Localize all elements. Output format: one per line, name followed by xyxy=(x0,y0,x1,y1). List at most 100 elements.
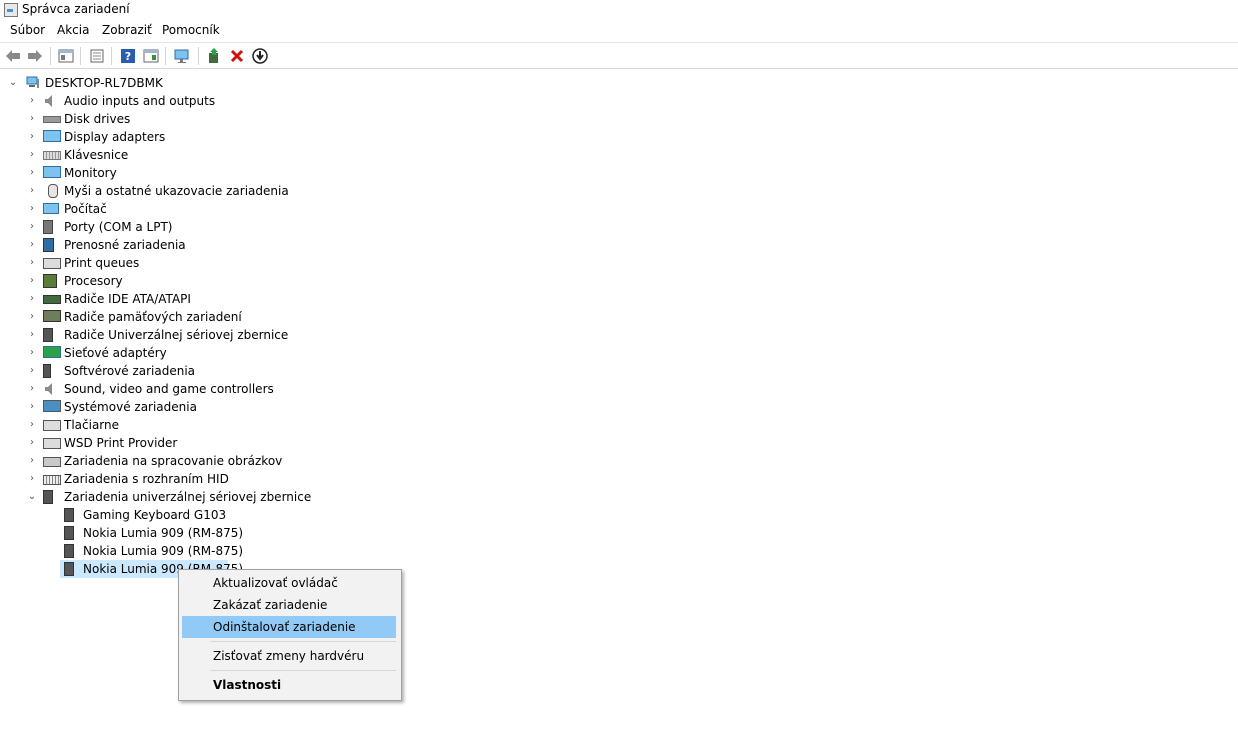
tree-category[interactable]: › Zariadenia s rozhraním HID xyxy=(0,470,1238,488)
show-hide-console-tree-icon[interactable] xyxy=(57,47,75,65)
menu-help[interactable]: Pomocník xyxy=(162,23,220,37)
tree-category[interactable]: › Radiče pamäťových zariadení xyxy=(0,308,1238,326)
chevron-right-icon[interactable]: › xyxy=(27,204,37,214)
tree-device[interactable]: Nokia Lumia 909 (RM-875) xyxy=(0,542,1238,560)
tree-category[interactable]: › Tlačiarne xyxy=(0,416,1238,434)
tree-category-label: Sound, video and game controllers xyxy=(64,382,274,396)
chevron-right-icon[interactable]: › xyxy=(27,276,37,286)
properties-icon[interactable] xyxy=(88,47,106,65)
chevron-right-icon[interactable]: › xyxy=(27,168,37,178)
tree-category[interactable]: › Zariadenia na spracovanie obrázkov xyxy=(0,452,1238,470)
help-icon[interactable]: ? xyxy=(119,47,137,65)
chevron-right-icon[interactable]: › xyxy=(27,456,37,466)
back-arrow-icon[interactable] xyxy=(4,47,22,65)
port-icon xyxy=(43,220,53,234)
printer-icon xyxy=(43,258,61,269)
tree-root[interactable]: ⌄ DESKTOP-RL7DBMK xyxy=(0,74,1238,92)
tree-category[interactable]: › Sieťové adaptéry xyxy=(0,344,1238,362)
display-adapter-icon xyxy=(43,130,61,142)
chevron-right-icon[interactable]: › xyxy=(27,114,37,124)
uninstall-x-icon[interactable] xyxy=(228,47,246,65)
chevron-right-icon[interactable]: › xyxy=(27,438,37,448)
chevron-right-icon[interactable]: › xyxy=(27,186,37,196)
chevron-right-icon[interactable]: › xyxy=(27,348,37,358)
chevron-right-icon[interactable]: › xyxy=(27,420,37,430)
software-device-icon xyxy=(43,364,51,378)
scan-hardware-icon[interactable] xyxy=(173,47,191,65)
context-scan-hardware[interactable]: Zisťovať zmeny hardvéru xyxy=(182,645,396,667)
tree-category[interactable]: › Sound, video and game controllers xyxy=(0,380,1238,398)
tree-category-label: Radiče IDE ATA/ATAPI xyxy=(64,292,191,306)
context-disable-device[interactable]: Zakázať zariadenie xyxy=(182,594,396,616)
tree-category-label: Softvérové zariadenia xyxy=(64,364,196,378)
chevron-right-icon[interactable]: › xyxy=(27,402,37,412)
chevron-down-icon[interactable]: ⌄ xyxy=(8,78,18,88)
tree-category[interactable]: ⌄ Zariadenia univerzálnej sériovej zberni… xyxy=(0,488,1238,506)
context-menu: Aktualizovať ovládač Zakázať zariadenie … xyxy=(178,569,402,701)
printer-icon xyxy=(43,438,61,449)
tree-category[interactable]: › Print queues xyxy=(0,254,1238,272)
tree-category[interactable]: › Procesory xyxy=(0,272,1238,290)
tree-category[interactable]: › Radiče Univerzálnej sériovej zbernice xyxy=(0,326,1238,344)
menu-file[interactable]: Súbor xyxy=(10,23,45,37)
menu-action[interactable]: Akcia xyxy=(57,23,89,37)
chevron-right-icon[interactable]: › xyxy=(27,258,37,268)
tree-device[interactable]: Gaming Keyboard G103 xyxy=(0,506,1238,524)
context-uninstall-device-label: Odinštalovať zariadenie xyxy=(213,620,356,634)
tree-category[interactable]: › Disk drives xyxy=(0,110,1238,128)
tree-category[interactable]: › Display adapters xyxy=(0,128,1238,146)
tree-category[interactable]: › Počítač xyxy=(0,200,1238,218)
context-uninstall-device[interactable]: Odinštalovať zariadenie xyxy=(182,616,396,638)
context-disable-device-label: Zakázať zariadenie xyxy=(213,598,328,612)
usb-device-icon xyxy=(64,508,74,522)
tree-category-label: Display adapters xyxy=(64,130,166,144)
svg-text:?: ? xyxy=(125,50,131,63)
chevron-right-icon[interactable]: › xyxy=(27,132,37,142)
action-pane-icon[interactable] xyxy=(142,47,160,65)
chevron-down-icon[interactable]: ⌄ xyxy=(27,492,37,502)
usb-controller-icon xyxy=(43,328,53,342)
tree-category[interactable]: › Systémové zariadenia xyxy=(0,398,1238,416)
printer-icon xyxy=(43,420,61,431)
context-properties[interactable]: Vlastnosti xyxy=(182,674,396,696)
tree-category[interactable]: › Radiče IDE ATA/ATAPI xyxy=(0,290,1238,308)
menu-view[interactable]: Zobraziť xyxy=(102,23,152,37)
context-separator xyxy=(210,641,396,642)
chevron-right-icon[interactable]: › xyxy=(27,150,37,160)
tree-category[interactable]: › WSD Print Provider xyxy=(0,434,1238,452)
tree-category[interactable]: › Porty (COM a LPT) xyxy=(0,218,1238,236)
tree-category[interactable]: › Klávesnice xyxy=(0,146,1238,164)
toolbar-separator xyxy=(111,47,112,65)
tree-category[interactable]: › Softvérové zariadenia xyxy=(0,362,1238,380)
context-update-driver[interactable]: Aktualizovať ovládač xyxy=(182,572,396,594)
chevron-right-icon[interactable]: › xyxy=(27,294,37,304)
chevron-right-icon[interactable]: › xyxy=(27,222,37,232)
chevron-right-icon[interactable]: › xyxy=(27,474,37,484)
tree-category[interactable]: › Prenosné zariadenia xyxy=(0,236,1238,254)
toolbar-separator xyxy=(50,47,51,65)
chevron-right-icon[interactable]: › xyxy=(27,384,37,394)
update-driver-icon[interactable] xyxy=(205,47,223,65)
chevron-right-icon[interactable]: › xyxy=(27,366,37,376)
tree-category[interactable]: › Myši a ostatné ukazovacie zariadenia xyxy=(0,182,1238,200)
tree-category-label: Zariadenia na spracovanie obrázkov xyxy=(64,454,283,468)
tree-device[interactable]: Nokia Lumia 909 (RM-875) xyxy=(0,524,1238,542)
window-title: Správca zariadení xyxy=(22,2,130,16)
tree-category[interactable]: › Audio inputs and outputs xyxy=(0,92,1238,110)
toolbar-separator xyxy=(80,47,81,65)
portable-device-icon xyxy=(43,238,54,252)
tree-category-label: Porty (COM a LPT) xyxy=(64,220,173,234)
disable-device-icon[interactable] xyxy=(251,47,269,65)
tree-category-label: Disk drives xyxy=(64,112,131,126)
tree-category-label: Zariadenia s rozhraním HID xyxy=(64,472,229,486)
context-update-driver-label: Aktualizovať ovládač xyxy=(213,576,338,590)
chevron-right-icon[interactable]: › xyxy=(27,312,37,322)
disk-drive-icon xyxy=(43,116,61,123)
hid-icon xyxy=(43,475,61,485)
tree-category[interactable]: › Monitory xyxy=(0,164,1238,182)
chevron-right-icon[interactable]: › xyxy=(27,240,37,250)
chevron-right-icon[interactable]: › xyxy=(27,330,37,340)
tree-category-label: Prenosné zariadenia xyxy=(64,238,186,252)
chevron-right-icon[interactable]: › xyxy=(27,96,37,106)
forward-arrow-icon[interactable] xyxy=(26,47,44,65)
